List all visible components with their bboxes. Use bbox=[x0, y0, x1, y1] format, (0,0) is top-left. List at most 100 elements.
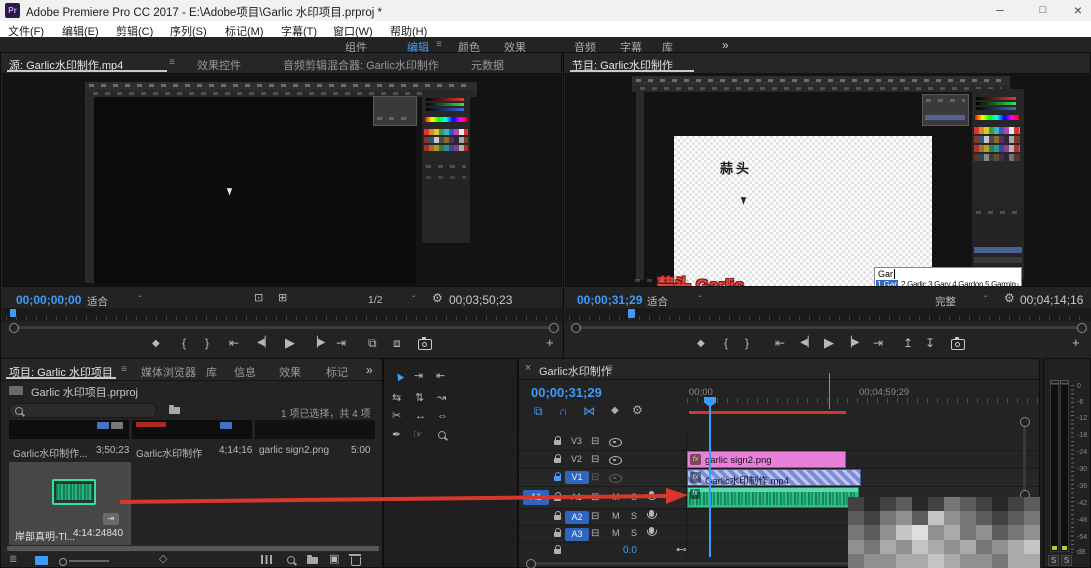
step-forward-button[interactable]: ▕▶ bbox=[310, 338, 325, 348]
export-frame-button[interactable] bbox=[418, 339, 432, 350]
item-name[interactable]: Garlic水印制作 bbox=[136, 445, 202, 460]
a1-voiceover-record-icon[interactable] bbox=[649, 491, 654, 498]
project-tab-overflow-icon[interactable]: » bbox=[366, 363, 373, 377]
extract-button[interactable]: ↧ bbox=[925, 337, 935, 349]
v-scroll-handle-top[interactable] bbox=[1020, 417, 1030, 427]
slide-tool[interactable]: ⇔ bbox=[437, 411, 448, 422]
workspace-overflow-icon[interactable]: » bbox=[722, 38, 729, 52]
item-thumb-2[interactable] bbox=[132, 420, 252, 439]
a3-solo-toggle[interactable]: S bbox=[631, 528, 637, 538]
solo-left-button[interactable]: S bbox=[1048, 555, 1059, 566]
timeline-panel-menu-icon[interactable]: ≡ bbox=[607, 363, 613, 374]
h-scroll-handle-left[interactable] bbox=[526, 559, 536, 568]
thumb-zoom-slider[interactable] bbox=[59, 558, 67, 566]
workspace-menu-icon[interactable]: ≡ bbox=[436, 39, 442, 50]
program-timecode[interactable]: 00;00;31;29 bbox=[577, 293, 642, 307]
thumb-zoom-track[interactable] bbox=[69, 560, 109, 562]
program-playhead[interactable] bbox=[628, 309, 635, 318]
source-resolution-dropdown[interactable]: 1/2 bbox=[368, 294, 383, 306]
master-fit-icon[interactable]: ⊷ bbox=[676, 545, 687, 556]
source-timecode[interactable]: 00;00;00;00 bbox=[16, 293, 81, 307]
clip-v1-mp4[interactable]: fx Garlic水印制作.mp4 bbox=[687, 469, 861, 486]
source-playhead[interactable] bbox=[10, 309, 16, 317]
search-input[interactable] bbox=[9, 403, 157, 418]
icon-view-button[interactable] bbox=[35, 556, 48, 565]
slip-tool[interactable]: ↔ bbox=[415, 411, 426, 422]
a3-track-name[interactable]: A3 bbox=[565, 528, 589, 541]
v3-sync-lock-icon[interactable]: ⊟ bbox=[591, 437, 599, 447]
zoom-handle-left[interactable] bbox=[9, 323, 19, 333]
v1-lock-toggle[interactable] bbox=[554, 476, 561, 481]
v2-track-output-toggle[interactable] bbox=[609, 456, 622, 465]
a1-sync-lock-icon[interactable]: ⊟ bbox=[591, 493, 599, 503]
v2-track-name[interactable]: V2 bbox=[571, 454, 582, 464]
lift-button[interactable]: ↥ bbox=[903, 337, 913, 349]
tab-libraries[interactable]: 库 bbox=[206, 364, 217, 380]
tab-sequence[interactable]: Garlic水印制作 bbox=[539, 363, 612, 379]
a2-mute-toggle[interactable]: M bbox=[612, 511, 620, 521]
mark-in-button[interactable]: { bbox=[182, 337, 186, 349]
rolling-edit-tool[interactable]: ⇅ bbox=[415, 393, 424, 404]
pen-tool[interactable]: ✒ bbox=[392, 430, 401, 441]
project-panel-menu-icon[interactable]: ≡ bbox=[121, 364, 127, 375]
tab-metadata[interactable]: 元数据 bbox=[471, 57, 504, 73]
item-thumb-3[interactable] bbox=[255, 420, 375, 439]
new-bin-button[interactable] bbox=[307, 557, 318, 564]
program-panel-menu-icon[interactable]: ≡ bbox=[652, 57, 658, 68]
goto-out-button[interactable]: ⇥ bbox=[873, 337, 883, 349]
master-lock-toggle[interactable] bbox=[554, 549, 561, 554]
snap-toggle[interactable]: ∩ bbox=[559, 405, 568, 417]
a1-source-patch-badge[interactable]: A1 bbox=[523, 490, 549, 505]
tab-effect-controls[interactable]: 效果控件 bbox=[197, 57, 241, 73]
item-thumb-1[interactable] bbox=[9, 420, 129, 439]
program-fit-dropdown[interactable]: 适合 bbox=[647, 294, 668, 309]
goto-in-button[interactable]: ⇤ bbox=[775, 337, 785, 349]
v1-track-name[interactable]: V1 bbox=[565, 471, 589, 484]
tab-effects[interactable]: 效果 bbox=[279, 364, 301, 380]
a1-track-name[interactable]: A1 bbox=[571, 492, 582, 502]
source-panel-menu-icon[interactable]: ≡ bbox=[169, 57, 175, 68]
v2-sync-lock-icon[interactable]: ⊟ bbox=[591, 455, 599, 465]
play-button[interactable]: ▶ bbox=[285, 336, 295, 349]
add-marker-button[interactable]: ◆ bbox=[611, 406, 619, 416]
master-level-value[interactable]: 0.0 bbox=[623, 545, 637, 556]
new-item-button[interactable]: ▣ bbox=[329, 554, 339, 565]
tab-media-browser[interactable]: 媒体浏览器 bbox=[141, 364, 196, 380]
program-settings-wrench-icon[interactable]: ⚙ bbox=[1004, 292, 1015, 304]
v3-track-name[interactable]: V3 bbox=[571, 436, 582, 446]
project-h-scrollbar[interactable] bbox=[1, 545, 382, 552]
add-button[interactable]: + bbox=[546, 336, 554, 349]
v3-track-output-toggle[interactable] bbox=[609, 438, 622, 447]
a3-mute-toggle[interactable]: M bbox=[612, 528, 620, 538]
timeline-ruler[interactable]: 00;00 00;04;59;29 bbox=[687, 386, 1039, 403]
clip-a1-audio[interactable]: fx bbox=[687, 487, 859, 508]
mark-out-button[interactable]: } bbox=[205, 337, 209, 349]
goto-in-button[interactable]: ⇤ bbox=[229, 337, 239, 349]
insert-nest-toggle[interactable]: ⧉ bbox=[534, 405, 543, 417]
zoom-tool[interactable] bbox=[438, 431, 446, 439]
a3-sync-lock-icon[interactable]: ⊟ bbox=[591, 529, 599, 539]
overwrite-button[interactable]: ⧈ bbox=[393, 337, 401, 349]
zoom-handle-right[interactable] bbox=[549, 323, 559, 333]
v2-lock-toggle[interactable] bbox=[554, 458, 561, 463]
timeline-timecode[interactable]: 00;00;31;29 bbox=[531, 385, 602, 400]
timeline-tab-close-icon[interactable]: × bbox=[525, 362, 531, 374]
source-scrubber[interactable] bbox=[2, 308, 562, 321]
step-back-button[interactable]: ◀▏ bbox=[257, 338, 272, 348]
a1-mute-toggle[interactable]: M bbox=[612, 492, 620, 502]
step-back-button[interactable]: ◀▏ bbox=[800, 338, 815, 348]
tab-info[interactable]: 信息 bbox=[234, 364, 256, 380]
item-name[interactable]: Garlic水印制作... bbox=[13, 445, 87, 460]
selection-tool[interactable]: ▲ bbox=[391, 368, 407, 384]
selected-audio-item[interactable]: ⇥ 岸部真明-Tl... 4:14:24840 bbox=[9, 462, 131, 545]
solo-right-button[interactable]: S bbox=[1061, 555, 1072, 566]
close-button[interactable]: × bbox=[1066, 1, 1090, 20]
add-marker-button[interactable]: ◆ bbox=[697, 339, 705, 349]
program-zoom-scrollbar[interactable] bbox=[565, 321, 1091, 333]
hand-tool[interactable]: ☞ bbox=[413, 430, 423, 441]
tab-audio-clip-mixer[interactable]: 音频剪辑混合器: Garlic水印制作 bbox=[283, 57, 439, 73]
add-button[interactable]: + bbox=[1072, 336, 1080, 349]
search-bin-icon[interactable] bbox=[169, 407, 180, 414]
a2-sync-lock-icon[interactable]: ⊟ bbox=[591, 512, 599, 522]
v1-track-output-toggle[interactable] bbox=[609, 474, 622, 483]
